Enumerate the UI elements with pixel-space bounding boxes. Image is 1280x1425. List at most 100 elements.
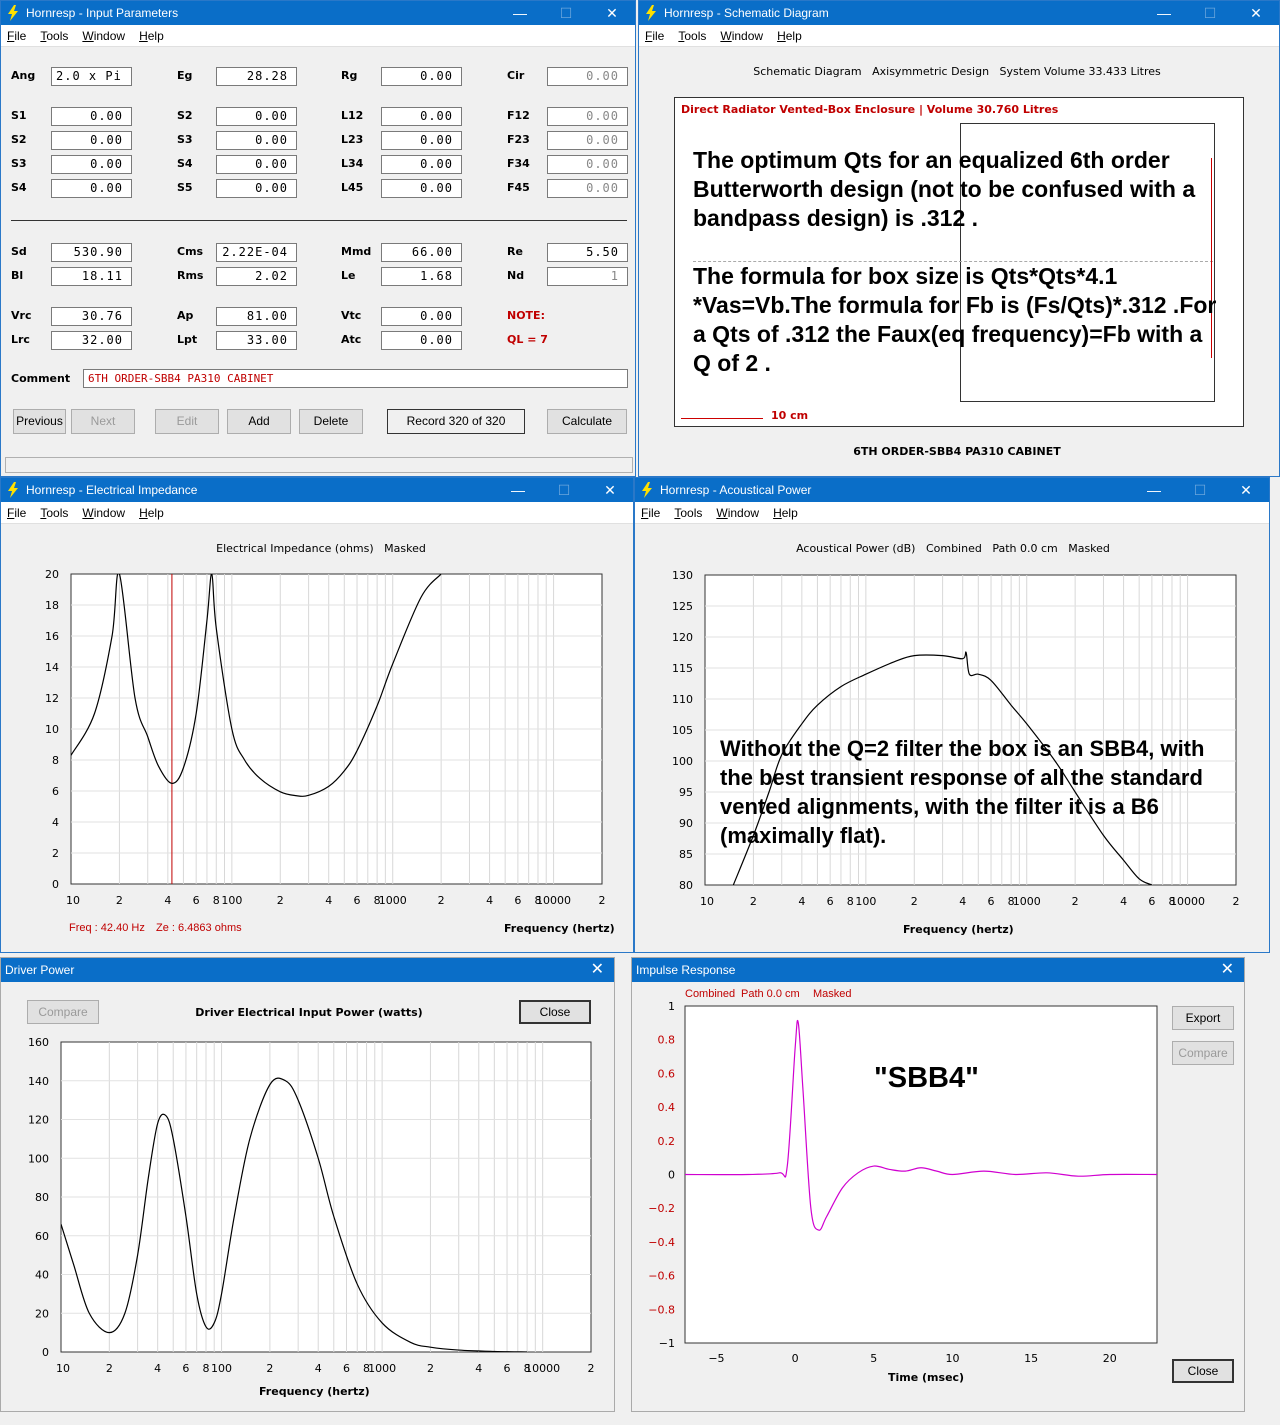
close-icon[interactable]: ✕	[1233, 1, 1279, 25]
param-label: NOTE:	[507, 309, 545, 322]
menu-window[interactable]: Window	[720, 29, 763, 43]
add-button[interactable]: Add	[227, 409, 291, 434]
impulse-response-chart[interactable]: 1 0.8 0.6 0.4 0.2 0 −0.2 −0.4 −0.6 −0.8 −1 −5 0 5 10 15…	[632, 982, 1172, 1402]
param-field[interactable]: 0.00	[381, 331, 462, 350]
param-field[interactable]: 0.00	[547, 67, 628, 86]
param-field[interactable]: 2.0 x Pi	[51, 67, 132, 86]
y-tick-label: 10	[45, 723, 59, 736]
y-tick-label: 0.4	[658, 1101, 676, 1114]
minimize-icon[interactable]: —	[495, 478, 541, 502]
title-bar[interactable]: Hornresp - Schematic Diagram — ☐ ✕	[639, 1, 1279, 25]
driver-power-chart[interactable]: 16014012010080604020010 2 4 6 8 100 2 4 6 81000 2 4…	[1, 982, 615, 1402]
close-icon[interactable]: ✕	[589, 1, 635, 25]
x-axis-label: Frequency (hertz)	[504, 922, 615, 935]
param-field[interactable]: 0.00	[547, 155, 628, 174]
close-icon[interactable]: ✕	[587, 478, 633, 502]
x-tick-label: 20	[1103, 1352, 1117, 1365]
title-bar[interactable]: Driver Power ✕	[1, 958, 614, 982]
calculate-button[interactable]: Calculate	[547, 409, 627, 434]
close-icon[interactable]: ✕	[591, 958, 604, 982]
title-bar[interactable]: Hornresp - Electrical Impedance — ☐ ✕	[1, 478, 633, 502]
param-field[interactable]: 81.00	[216, 307, 297, 326]
param-field[interactable]: 32.00	[51, 331, 132, 350]
delete-button[interactable]: Delete	[299, 409, 363, 434]
window-title: Driver Power	[5, 963, 75, 977]
param-field[interactable]: 0.00	[381, 179, 462, 198]
param-field[interactable]: 0.00	[547, 131, 628, 150]
param-field[interactable]: 0.00	[216, 131, 297, 150]
title-bar[interactable]: Impulse Response ✕	[632, 958, 1244, 982]
y-tick-label: 60	[35, 1230, 49, 1243]
param-field[interactable]: 5.50	[547, 243, 628, 262]
menu-tools[interactable]: Tools	[40, 506, 68, 520]
x-tick-label: 6	[988, 895, 995, 908]
y-tick-label: 40	[35, 1269, 49, 1282]
param-field[interactable]: 28.28	[216, 67, 297, 86]
export-button[interactable]: Export	[1172, 1006, 1234, 1030]
param-field[interactable]: 0.00	[51, 179, 132, 198]
param-field[interactable]: 30.76	[51, 307, 132, 326]
param-field[interactable]: 18.11	[51, 267, 132, 286]
x-tick-label: 4	[325, 894, 332, 907]
ze-readout: Ze : 6.4863 ohms	[156, 922, 242, 934]
param-field[interactable]: 1.68	[381, 267, 462, 286]
menu-file[interactable]: File	[641, 506, 660, 520]
menu-help[interactable]: Help	[139, 29, 164, 43]
menu-bar: File Tools Window Help	[635, 502, 1269, 524]
param-field[interactable]: 2.02	[216, 267, 297, 286]
menu-help[interactable]: Help	[139, 506, 164, 520]
title-bar[interactable]: Hornresp - Acoustical Power — ☐ ✕	[635, 478, 1269, 502]
param-field[interactable]: 2.22E-04	[216, 243, 297, 262]
param-field[interactable]: 1	[547, 267, 628, 286]
param-field[interactable]: 0.00	[381, 107, 462, 126]
y-tick-label: 85	[679, 848, 693, 861]
param-field[interactable]: 0.00	[547, 179, 628, 198]
menu-window[interactable]: Window	[82, 29, 125, 43]
menu-window[interactable]: Window	[716, 506, 759, 520]
param-field[interactable]: 530.90	[51, 243, 132, 262]
param-field[interactable]: 0.00	[216, 179, 297, 198]
title-bar[interactable]: Hornresp - Input Parameters — ☐ ✕	[1, 1, 635, 25]
param-label: QL = 7	[507, 333, 548, 346]
param-field[interactable]: 0.00	[51, 107, 132, 126]
comment-field[interactable]: 6TH ORDER-SBB4 PA310 CABINET	[83, 369, 628, 388]
driver-power-window: Driver Power ✕ Compare Driver Electrical…	[0, 957, 615, 1412]
x-tick-label: 8	[213, 894, 220, 907]
x-tick-label: 2	[106, 1362, 113, 1375]
menu-file[interactable]: File	[645, 29, 664, 43]
close-icon[interactable]: ✕	[1223, 478, 1269, 502]
menu-file[interactable]: File	[7, 29, 26, 43]
param-field[interactable]: 0.00	[216, 155, 297, 174]
impedance-chart[interactable]: 2018161412108642010 2 4 6 8 100 2 4 6 81000 2 4 6 810…	[1, 524, 634, 953]
menu-window[interactable]: Window	[82, 506, 125, 520]
minimize-icon[interactable]: —	[1141, 1, 1187, 25]
previous-button[interactable]: Previous	[13, 409, 66, 434]
menu-tools[interactable]: Tools	[674, 506, 702, 520]
menu-help[interactable]: Help	[773, 506, 798, 520]
x-tick-label: 6	[354, 894, 361, 907]
y-tick-label: 14	[45, 661, 59, 674]
param-field[interactable]: 0.00	[381, 307, 462, 326]
menu-file[interactable]: File	[7, 506, 26, 520]
minimize-icon[interactable]: —	[1131, 478, 1177, 502]
param-field[interactable]: 0.00	[51, 155, 132, 174]
param-field[interactable]: 0.00	[216, 107, 297, 126]
x-tick-label: 2	[911, 895, 918, 908]
param-field[interactable]: 0.00	[381, 67, 462, 86]
param-field[interactable]: 0.00	[547, 107, 628, 126]
menu-tools[interactable]: Tools	[678, 29, 706, 43]
menu-tools[interactable]: Tools	[40, 29, 68, 43]
param-field[interactable]: 66.00	[381, 243, 462, 262]
y-tick-label: 0	[42, 1346, 49, 1359]
menu-help[interactable]: Help	[777, 29, 802, 43]
close-button[interactable]: Close	[1172, 1359, 1234, 1383]
param-field[interactable]: 0.00	[381, 131, 462, 150]
param-field[interactable]: 0.00	[51, 131, 132, 150]
x-axis-label: Frequency (hertz)	[259, 1385, 370, 1398]
param-field[interactable]: 33.00	[216, 331, 297, 350]
y-tick-label: 130	[672, 569, 693, 582]
param-label: Eg	[177, 69, 193, 82]
param-field[interactable]: 0.00	[381, 155, 462, 174]
minimize-icon[interactable]: —	[497, 1, 543, 25]
close-icon[interactable]: ✕	[1221, 958, 1234, 982]
